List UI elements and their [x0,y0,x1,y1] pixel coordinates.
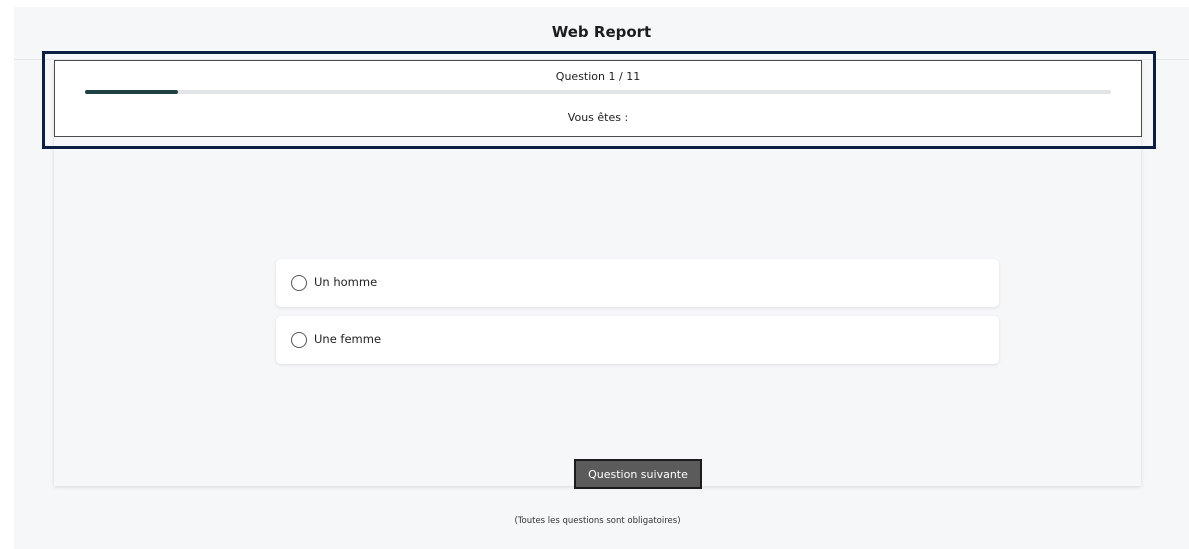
app-title: Web Report [551,23,652,41]
option-une-femme[interactable]: Une femme [276,316,999,364]
highlight-frame [42,51,1156,149]
radio-icon[interactable] [291,275,307,291]
page: Web Report (1 seule réponse possible) Un… [14,7,1189,549]
next-question-button[interactable]: Question suivante [574,459,702,489]
option-label: Un homme [314,275,378,289]
option-label: Une femme [314,332,382,346]
radio-icon[interactable] [291,332,307,348]
option-un-homme[interactable]: Un homme [276,259,999,307]
required-note: (Toutes les questions sont obligatoires) [514,516,681,526]
